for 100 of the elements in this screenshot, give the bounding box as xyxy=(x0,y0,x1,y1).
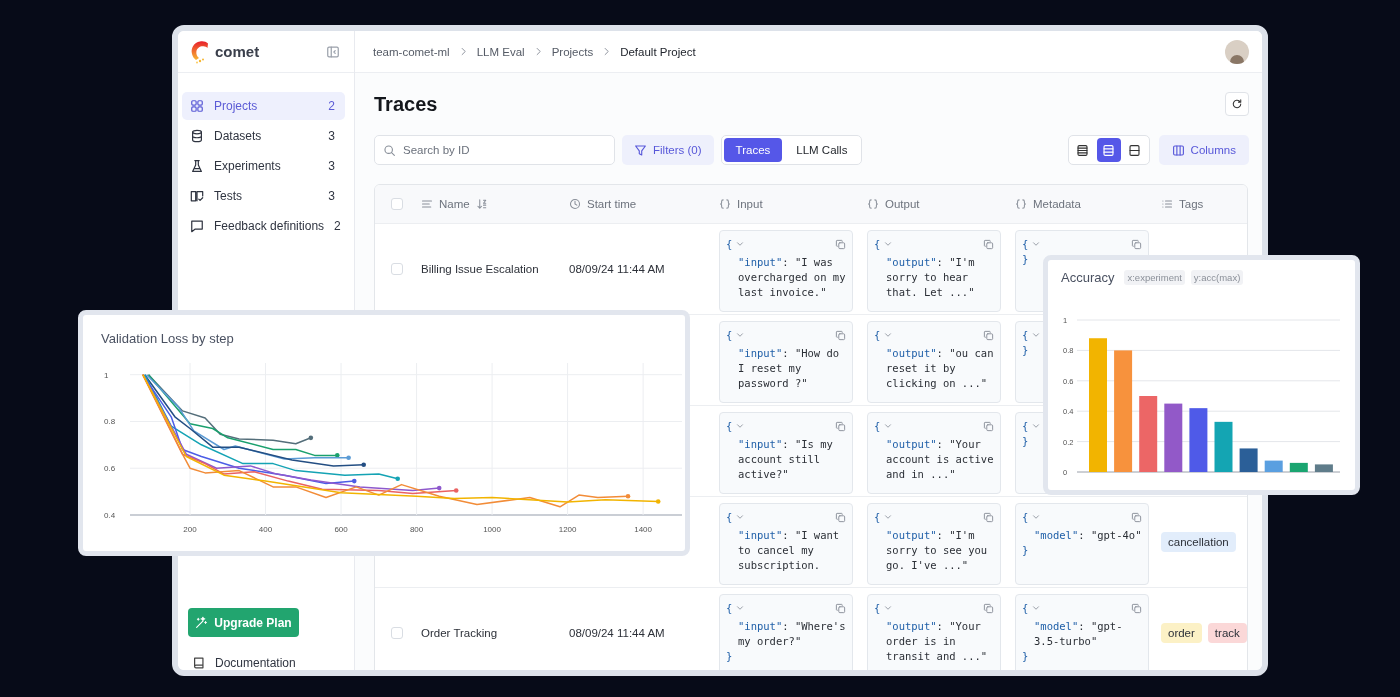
chevron-down-icon[interactable] xyxy=(883,239,894,249)
table-cell: 08/09/24 11:44 AM xyxy=(569,627,665,639)
column-header[interactable]: Output xyxy=(885,198,920,210)
row-density-button[interactable] xyxy=(1096,138,1121,162)
columns-button[interactable]: Columns xyxy=(1158,135,1249,165)
tag: cancellation xyxy=(1161,532,1236,552)
bar xyxy=(1289,462,1308,472)
copy-icon[interactable] xyxy=(1131,602,1142,614)
book-check-icon xyxy=(190,189,204,203)
wand-icon xyxy=(195,616,209,629)
json-brace: { xyxy=(726,327,733,343)
sort-icon[interactable] xyxy=(475,198,488,210)
rows-icon xyxy=(1076,143,1090,157)
chevron-down-icon[interactable] xyxy=(735,239,746,249)
copy-icon[interactable] xyxy=(983,238,994,250)
view-tab[interactable]: Traces xyxy=(723,138,783,162)
nav-item[interactable]: Projects 2 xyxy=(182,92,345,120)
chevron-down-icon[interactable] xyxy=(735,421,746,431)
nav-item[interactable]: Feedback definitions 2 xyxy=(182,212,345,240)
json-brace: { xyxy=(1022,600,1029,616)
json-brace: { xyxy=(874,600,881,616)
nav-item[interactable]: Datasets 3 xyxy=(182,122,345,150)
breadcrumb-link[interactable]: Default Project xyxy=(620,45,696,58)
copy-icon[interactable] xyxy=(835,329,846,341)
copy-icon[interactable] xyxy=(983,511,994,523)
copy-icon[interactable] xyxy=(983,329,994,341)
json-text: "model": "gpt-4o" xyxy=(1033,528,1142,543)
chevron-down-icon[interactable] xyxy=(883,603,894,613)
column-header[interactable]: Metadata xyxy=(1033,198,1081,210)
rows-icon xyxy=(1102,143,1116,157)
refresh-button[interactable] xyxy=(1225,92,1249,116)
copy-icon[interactable] xyxy=(983,420,994,432)
json-brace: { xyxy=(726,600,733,616)
refresh-icon xyxy=(1231,98,1243,110)
book-icon xyxy=(192,656,206,670)
json-text: "output": "Your account is active and in ..." xyxy=(885,437,994,482)
tick-label: 1400 xyxy=(634,525,652,534)
copy-icon[interactable] xyxy=(835,511,846,523)
bar xyxy=(1314,464,1333,472)
column-header[interactable]: Start time xyxy=(587,198,637,210)
breadcrumb-link[interactable]: Projects xyxy=(551,45,594,58)
nav-item[interactable]: Experiments 3 xyxy=(182,152,345,180)
chevron-down-icon[interactable] xyxy=(1031,330,1042,340)
breadcrumb-link[interactable]: LLM Eval xyxy=(476,45,525,58)
chevron-down-icon[interactable] xyxy=(1031,239,1042,249)
chevron-down-icon[interactable] xyxy=(883,512,894,522)
checkbox[interactable] xyxy=(391,627,403,639)
json-brace: { xyxy=(1022,236,1029,252)
search-field[interactable]: Search by ID xyxy=(374,135,615,165)
json-brace: } xyxy=(726,649,733,664)
tick-label: 200 xyxy=(183,525,197,534)
avatar[interactable] xyxy=(1225,39,1249,64)
json-text: "input": "I was overcharged on my last invoice." xyxy=(737,255,846,300)
json-brace: { xyxy=(1022,327,1029,343)
chevron-down-icon[interactable] xyxy=(735,330,746,340)
bar xyxy=(1214,421,1233,472)
copy-icon[interactable] xyxy=(835,602,846,614)
copy-icon[interactable] xyxy=(1131,238,1142,250)
chevron-down-icon[interactable] xyxy=(1031,603,1042,613)
copy-icon[interactable] xyxy=(835,420,846,432)
json-text: "model": "gpt-3.5-turbo" xyxy=(1033,619,1124,649)
tick-label: 0.4 xyxy=(104,511,116,520)
tick-label: 800 xyxy=(409,525,424,534)
documentation-link[interactable]: Documentation xyxy=(215,656,296,670)
app-name: comet xyxy=(215,43,260,60)
rows-icon xyxy=(1128,143,1142,157)
breadcrumb-link[interactable]: team-comet-ml xyxy=(373,45,450,58)
copy-icon[interactable] xyxy=(1131,511,1142,523)
bar xyxy=(1164,403,1183,472)
column-header[interactable]: Tags xyxy=(1179,198,1204,210)
tick-label: 1000 xyxy=(483,525,501,534)
filters-button[interactable]: Filters (0) xyxy=(622,135,714,165)
chevron-down-icon[interactable] xyxy=(883,421,894,431)
page-title: Traces xyxy=(374,92,439,116)
view-tab[interactable]: LLM Calls xyxy=(784,138,860,162)
json-brace: { xyxy=(726,236,733,252)
column-header[interactable]: Name xyxy=(439,198,470,210)
copy-icon[interactable] xyxy=(835,238,846,250)
nav-item[interactable]: Tests 3 xyxy=(182,182,345,210)
chevron-down-icon[interactable] xyxy=(1031,421,1042,431)
chevron-down-icon[interactable] xyxy=(883,330,894,340)
braces-icon xyxy=(719,198,731,210)
checkbox[interactable] xyxy=(391,263,403,275)
json-text: "input": "How do I reset my password ?" xyxy=(737,346,841,391)
braces-icon xyxy=(867,198,879,210)
flask-icon xyxy=(190,159,204,173)
chevron-down-icon[interactable] xyxy=(1031,512,1042,522)
clock-icon xyxy=(569,198,581,210)
text-lines-icon xyxy=(421,198,433,210)
upgrade-button[interactable]: Upgrade Plan xyxy=(188,608,299,637)
chevron-down-icon[interactable] xyxy=(735,512,746,522)
json-text: "input": "Where's my order?" xyxy=(737,619,846,649)
sidebar-toggle-icon[interactable] xyxy=(326,44,340,59)
chevron-down-icon[interactable] xyxy=(735,603,746,613)
checkbox[interactable] xyxy=(391,198,403,210)
column-header[interactable]: Input xyxy=(737,198,763,210)
tick-label: 0.6 xyxy=(104,464,116,474)
tag: order xyxy=(1161,623,1202,643)
copy-icon[interactable] xyxy=(983,602,994,614)
json-brace: { xyxy=(874,509,881,525)
